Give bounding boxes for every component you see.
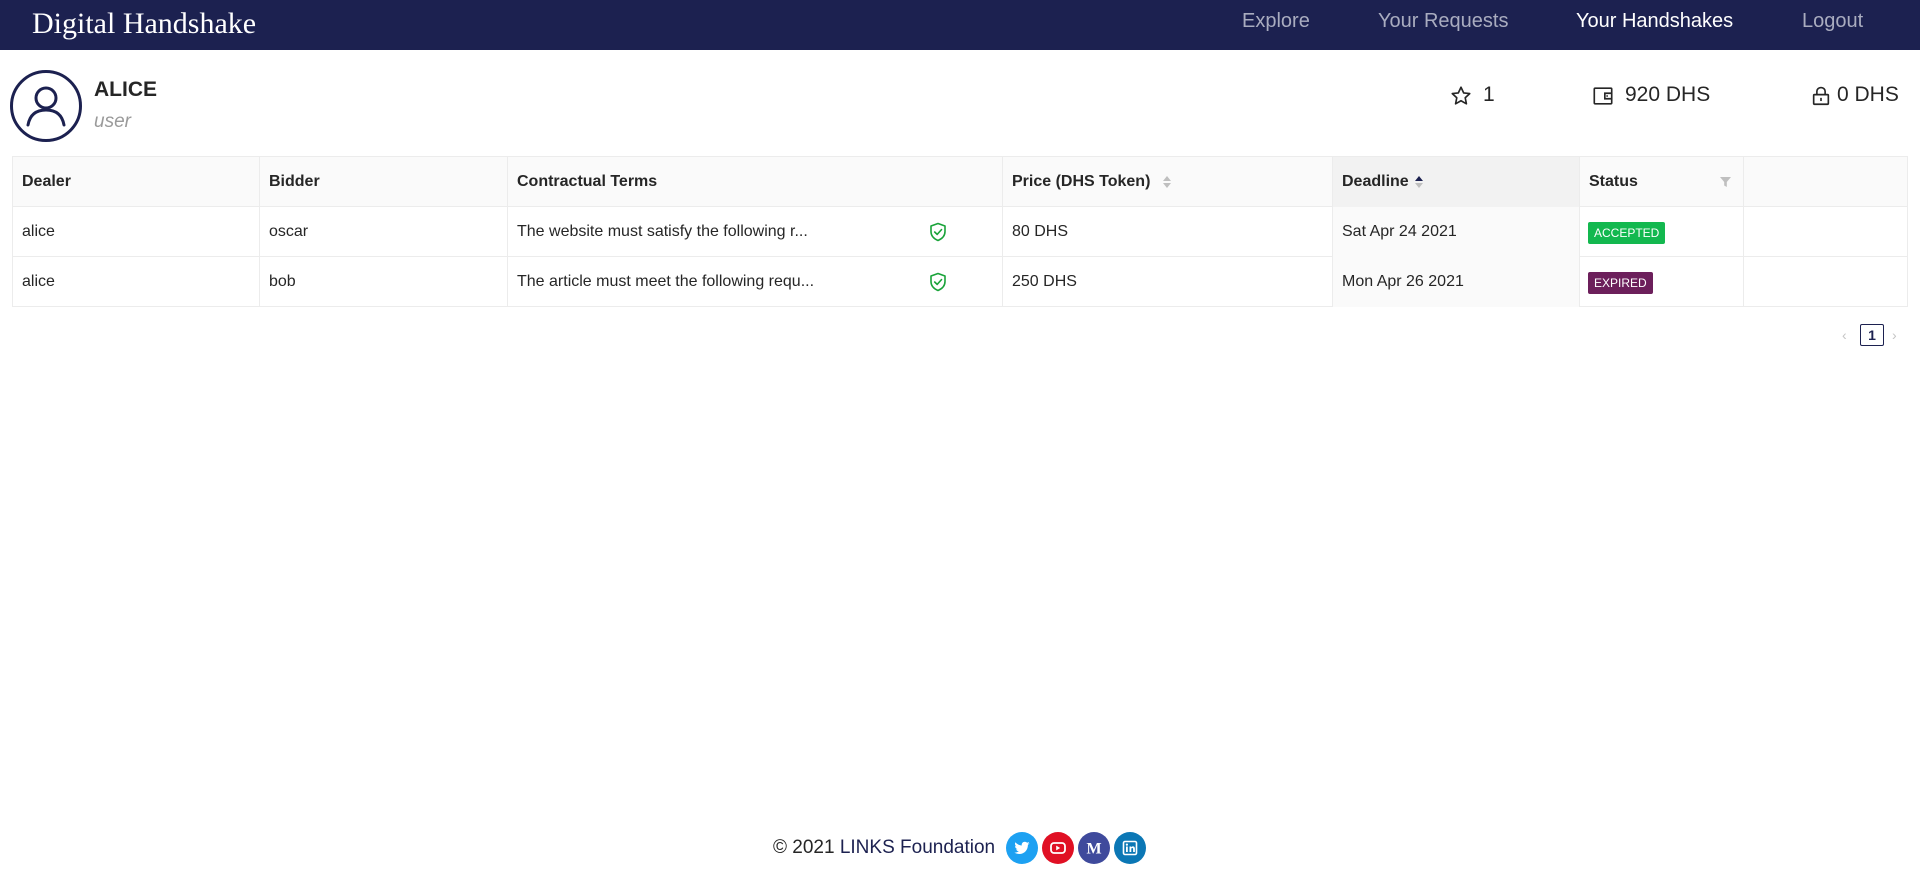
lock-icon	[1812, 86, 1830, 106]
cell-status: ACCEPTED	[1580, 207, 1744, 257]
nav-your-handshakes[interactable]: Your Handshakes	[1576, 9, 1733, 33]
user-name: ALICE	[94, 78, 157, 101]
rating-value: 1	[1483, 83, 1495, 106]
star-icon	[1451, 86, 1471, 105]
balance-value: 920 DHS	[1625, 83, 1711, 106]
footer-copyright: © 2021 LINKS Foundation	[773, 837, 996, 858]
wallet-icon	[1593, 87, 1613, 105]
column-header-dealer: Dealer	[12, 157, 260, 207]
cell-actions	[1744, 257, 1908, 307]
pagination-prev-button[interactable]: ‹	[1842, 325, 1847, 345]
shield-check-icon	[930, 222, 946, 242]
cell-actions	[1744, 207, 1908, 257]
column-header-contractual-terms: Contractual Terms	[508, 157, 1003, 207]
handshakes-table: Dealer Bidder Contractual Terms Price (D…	[12, 156, 1908, 307]
cell-contractual-terms[interactable]: The article must meet the following requ…	[508, 257, 1003, 307]
column-header-deadline[interactable]: Deadline	[1333, 157, 1580, 207]
svg-text:M: M	[1086, 841, 1101, 858]
column-header-status[interactable]: Status	[1580, 157, 1744, 207]
cell-bidder: oscar	[260, 207, 508, 257]
column-header-bidder: Bidder	[260, 157, 508, 207]
cell-price: 80 DHS	[1003, 207, 1333, 257]
avatar	[10, 70, 82, 142]
cell-status: EXPIRED	[1580, 257, 1744, 307]
table-header-row: Dealer Bidder Contractual Terms Price (D…	[12, 157, 1908, 207]
medium-icon[interactable]: M	[1078, 832, 1110, 864]
pagination-page-1[interactable]: 1	[1860, 324, 1884, 346]
top-navbar: Digital Handshake Explore Your Requests …	[0, 0, 1920, 50]
pagination-next-button[interactable]: ›	[1892, 325, 1897, 345]
cell-deadline: Mon Apr 26 2021	[1333, 257, 1580, 307]
cell-deadline: Sat Apr 24 2021	[1333, 207, 1580, 257]
footer-org-link[interactable]: LINKS Foundation	[840, 837, 995, 858]
cell-price: 250 DHS	[1003, 257, 1333, 307]
cell-dealer: alice	[12, 207, 260, 257]
filter-icon[interactable]	[1720, 177, 1731, 187]
sort-ascending-icon[interactable]	[1415, 176, 1423, 188]
sort-icon[interactable]	[1163, 176, 1171, 188]
brand-title[interactable]: Digital Handshake	[32, 6, 256, 42]
cell-dealer: alice	[12, 257, 260, 307]
cell-contractual-terms[interactable]: The website must satisfy the following r…	[508, 207, 1003, 257]
status-badge: ACCEPTED	[1588, 222, 1666, 244]
user-role: user	[94, 111, 131, 132]
youtube-icon[interactable]	[1042, 832, 1074, 864]
column-header-price[interactable]: Price (DHS Token)	[1003, 157, 1333, 207]
table-row[interactable]: alice oscar The website must satisfy the…	[12, 207, 1908, 257]
nav-logout[interactable]: Logout	[1802, 9, 1863, 33]
nav-explore[interactable]: Explore	[1242, 9, 1310, 33]
footer: © 2021 LINKS Foundation M	[0, 832, 1920, 864]
twitter-icon[interactable]	[1006, 832, 1038, 864]
linkedin-icon[interactable]	[1114, 832, 1146, 864]
nav-your-requests[interactable]: Your Requests	[1378, 9, 1508, 33]
column-header-actions	[1744, 157, 1908, 207]
shield-check-icon	[930, 272, 946, 292]
user-icon	[26, 86, 66, 127]
locked-value: 0 DHS	[1837, 83, 1899, 106]
cell-bidder: bob	[260, 257, 508, 307]
table-row[interactable]: alice bob The article must meet the foll…	[12, 257, 1908, 307]
status-badge: EXPIRED	[1588, 272, 1653, 294]
